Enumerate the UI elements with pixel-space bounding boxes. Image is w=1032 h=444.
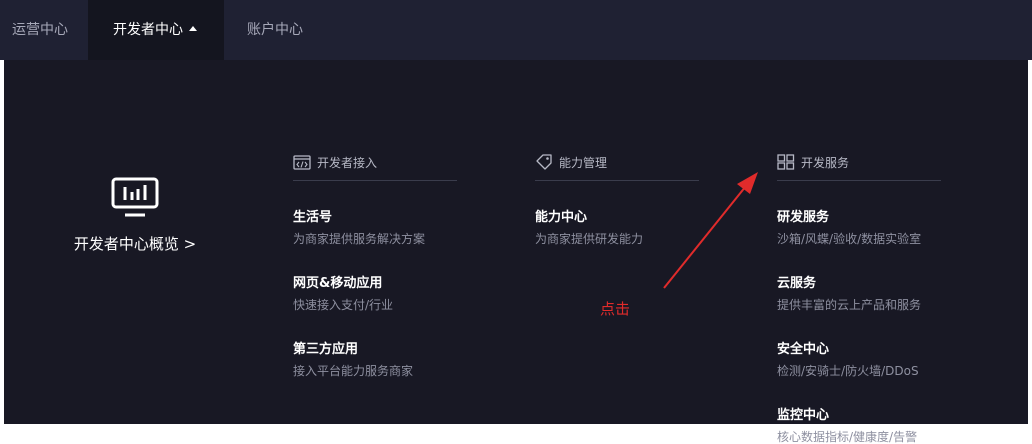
nav-developer-center[interactable]: 开发者中心 (88, 0, 224, 60)
nav-operations-center[interactable]: 运营中心 (0, 0, 88, 60)
nav-account-center[interactable]: 账户中心 (224, 0, 334, 60)
red-arrow-icon (663, 172, 758, 289)
service-desc: 核心数据指标/健康度/告警 (777, 430, 918, 444)
caret-up-icon (189, 25, 197, 31)
nav-developer-center-label: 开发者中心 (113, 22, 183, 38)
developer-center-dropdown: 开发者中心概览 > 开发者接入 生活号 为商家提供服务解决方案 网页&移动应用 … (4, 60, 1028, 444)
top-navigation: 运营中心 开发者中心 账户中心 (0, 0, 1032, 60)
